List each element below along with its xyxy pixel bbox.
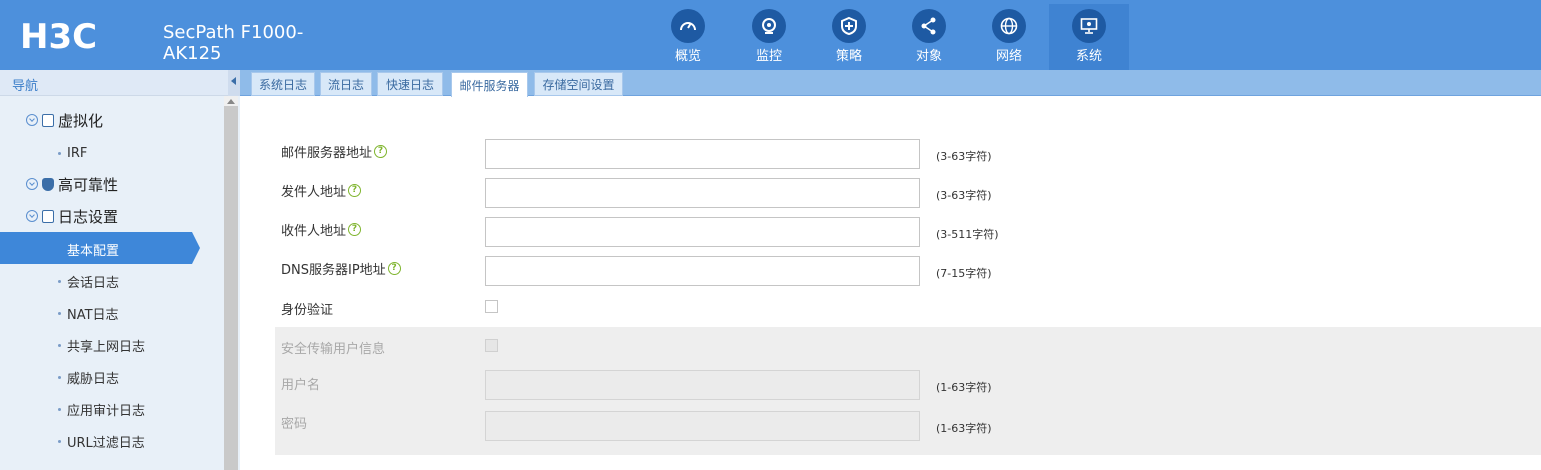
sender-input[interactable] <box>485 178 920 208</box>
chevron-left-icon <box>231 77 236 85</box>
sidebar-item-session-log[interactable]: 会话日志 <box>58 270 119 292</box>
bullet-icon <box>58 151 61 155</box>
top-header: H3C SecPath F1000- AK125 概览 监控 策略 对象 网络 <box>0 0 1541 70</box>
virtualization-icon <box>42 113 54 127</box>
sidebar-item-label: 共享上网日志 <box>67 339 146 355</box>
sidebar-item-url-filter-log[interactable]: URL过滤日志 <box>58 430 145 452</box>
dns-server-label: DNS服务器IP地址? <box>281 259 401 278</box>
password-input[interactable] <box>485 411 920 441</box>
expand-toggle-icon[interactable] <box>26 114 38 126</box>
auth-label: 身份验证 <box>281 303 334 318</box>
recipient-input[interactable] <box>485 217 920 247</box>
sidebar-item-app-audit-log[interactable]: 应用审计日志 <box>58 398 145 420</box>
tab-storage-settings[interactable]: 存储空间设置 <box>534 72 623 96</box>
nav-network-label: 网络 <box>995 49 1022 64</box>
password-hint: (1-63字符) <box>936 422 992 435</box>
nav-overview-label: 概览 <box>674 49 701 64</box>
mail-server-hint: (3-63字符) <box>936 150 992 163</box>
help-icon[interactable]: ? <box>387 262 401 275</box>
sidebar-item-shared-access-log[interactable]: 共享上网日志 <box>58 334 145 356</box>
mail-server-input[interactable] <box>485 139 920 169</box>
bullet-icon <box>58 375 61 379</box>
nav-overview[interactable]: 概览 <box>648 4 728 70</box>
product-name: SecPath F1000- AK125 <box>163 22 304 64</box>
bullet-icon <box>58 343 61 347</box>
dns-server-hint: (7-15字符) <box>936 267 992 280</box>
nav-object-label: 对象 <box>915 49 942 64</box>
tree-group-virtualization[interactable]: 虚拟化 <box>26 108 103 132</box>
auth-checkbox[interactable] <box>485 300 498 313</box>
navigation-sidebar: 导航 虚拟化 IRF 高可靠性 日志设置 基本配置 会话日志 NAT日志 共享上… <box>0 70 240 470</box>
nav-monitor-label: 监控 <box>755 49 782 64</box>
sidebar-item-label: 基本配置 <box>67 244 120 259</box>
sidebar-item-label: 会话日志 <box>67 275 120 291</box>
sidebar-item-label: 威胁日志 <box>67 371 120 387</box>
sidebar-item-label: 应用审计日志 <box>67 403 146 419</box>
bullet-icon <box>58 279 61 283</box>
tree-group-label: 日志设置 <box>58 207 119 226</box>
bullet-icon <box>58 407 61 411</box>
nav-monitor[interactable]: 监控 <box>729 4 809 70</box>
password-label: 密码 <box>281 417 308 432</box>
dashboard-icon <box>671 9 705 43</box>
nav-system[interactable]: 系统 <box>1049 4 1129 70</box>
nav-network[interactable]: 网络 <box>969 4 1049 70</box>
expand-toggle-icon[interactable] <box>26 210 38 222</box>
secure-transfer-checkbox[interactable] <box>485 339 498 352</box>
sidebar-title: 导航 <box>12 79 39 94</box>
tab-fast-log[interactable]: 快速日志 <box>377 72 443 96</box>
sender-hint: (3-63字符) <box>936 189 992 202</box>
sidebar-item-threat-log[interactable]: 威胁日志 <box>58 366 119 388</box>
sidebar-item-irf[interactable]: IRF <box>58 142 87 164</box>
recipient-label: 收件人地址? <box>281 220 362 239</box>
recipient-hint: (3-511字符) <box>936 228 999 241</box>
tree-group-label: 虚拟化 <box>58 111 104 130</box>
tree-group-log-settings[interactable]: 日志设置 <box>26 204 118 228</box>
share-icon <box>912 9 946 43</box>
sidebar-collapse-button[interactable] <box>228 70 240 96</box>
help-icon[interactable]: ? <box>348 223 362 236</box>
mail-server-label: 邮件服务器地址? <box>281 142 388 161</box>
globe-icon <box>992 9 1026 43</box>
shield-plus-icon <box>832 9 866 43</box>
sidebar-item-nat-log[interactable]: NAT日志 <box>58 302 119 324</box>
username-input[interactable] <box>485 370 920 400</box>
nav-object[interactable]: 对象 <box>889 4 969 70</box>
tab-flow-log[interactable]: 流日志 <box>320 72 372 96</box>
nav-system-label: 系统 <box>1075 49 1102 64</box>
username-label: 用户名 <box>281 378 321 393</box>
username-hint: (1-63字符) <box>936 381 992 394</box>
help-icon[interactable]: ? <box>348 184 362 197</box>
h3c-logo: H3C <box>20 18 97 52</box>
monitor-icon <box>752 9 786 43</box>
tree-group-high-availability[interactable]: 高可靠性 <box>26 172 118 196</box>
sidebar-item-basic-config[interactable]: 基本配置 <box>0 232 200 264</box>
nav-policy-label: 策略 <box>835 49 862 64</box>
tab-bar: 系统日志 流日志 快速日志 邮件服务器 存储空间设置 <box>240 70 1541 97</box>
tab-mail-server[interactable]: 邮件服务器 <box>451 72 528 97</box>
arrow-up-icon <box>227 99 235 104</box>
log-settings-icon <box>42 209 54 223</box>
sidebar-item-label: URL过滤日志 <box>67 435 145 451</box>
tree-group-label: 高可靠性 <box>58 175 119 194</box>
bullet-icon <box>58 439 61 443</box>
help-icon[interactable]: ? <box>374 145 388 158</box>
display-gear-icon <box>1072 9 1106 43</box>
dns-server-input[interactable] <box>485 256 920 286</box>
svg-text:H3C: H3C <box>20 18 97 52</box>
sidebar-item-label: NAT日志 <box>67 307 119 323</box>
sidebar-item-label: IRF <box>67 145 88 161</box>
sidebar-title-bar: 导航 <box>0 70 228 96</box>
sidebar-scrollbar[interactable] <box>224 106 238 470</box>
bullet-icon <box>58 311 61 315</box>
shield-icon <box>42 177 54 191</box>
sender-label: 发件人地址? <box>281 181 362 200</box>
expand-toggle-icon[interactable] <box>26 178 38 190</box>
nav-policy[interactable]: 策略 <box>809 4 889 70</box>
secure-transfer-label: 安全传输用户信息 <box>281 342 386 357</box>
tab-system-log[interactable]: 系统日志 <box>251 72 315 96</box>
